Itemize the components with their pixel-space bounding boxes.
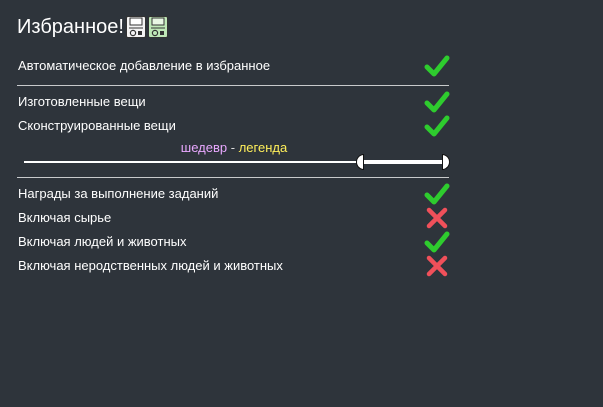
row-quest-rewards: Награды за выполнение заданий [18, 183, 450, 205]
row-label: Изготовленные вещи [18, 94, 146, 109]
row-label: Включая людей и животных [18, 234, 187, 249]
row-label: Сконструированные вещи [18, 118, 176, 133]
row-auto-add-favorites: Автоматическое добавление в избранное [18, 55, 450, 77]
quality-range-slider[interactable] [24, 152, 450, 172]
row-label: Награды за выполнение заданий [18, 186, 219, 201]
slider-handle-min[interactable] [356, 154, 364, 170]
row-include-raw: Включая сырье [18, 207, 450, 229]
row-label: Включая сырье [18, 210, 112, 225]
slider-selected-range [364, 160, 442, 164]
save-as-icon[interactable] [147, 16, 168, 38]
page-title: Избранное! [17, 16, 124, 38]
row-include-unrelated-people-animals: Включая неродственных людей и животных [18, 255, 450, 277]
row-crafted-items: Изготовленные вещи [18, 91, 450, 113]
divider [17, 85, 449, 86]
header: Избранное! [17, 14, 168, 40]
slider-handle-max[interactable] [442, 154, 450, 170]
row-include-people-animals: Включая людей и животных [18, 231, 450, 253]
row-constructed-items: Сконструированные вещи [18, 115, 450, 137]
row-label: Включая неродственных людей и животных [18, 258, 283, 273]
save-icon[interactable] [125, 16, 146, 38]
divider [17, 177, 449, 178]
enabled-check-icon[interactable] [424, 53, 450, 79]
disabled-cross-icon[interactable] [424, 205, 450, 231]
enabled-check-icon[interactable] [424, 89, 450, 115]
enabled-check-icon[interactable] [424, 229, 450, 255]
enabled-check-icon[interactable] [424, 181, 450, 207]
disabled-cross-icon[interactable] [424, 253, 450, 279]
row-label: Автоматическое добавление в избранное [18, 58, 271, 73]
enabled-check-icon[interactable] [424, 113, 450, 139]
